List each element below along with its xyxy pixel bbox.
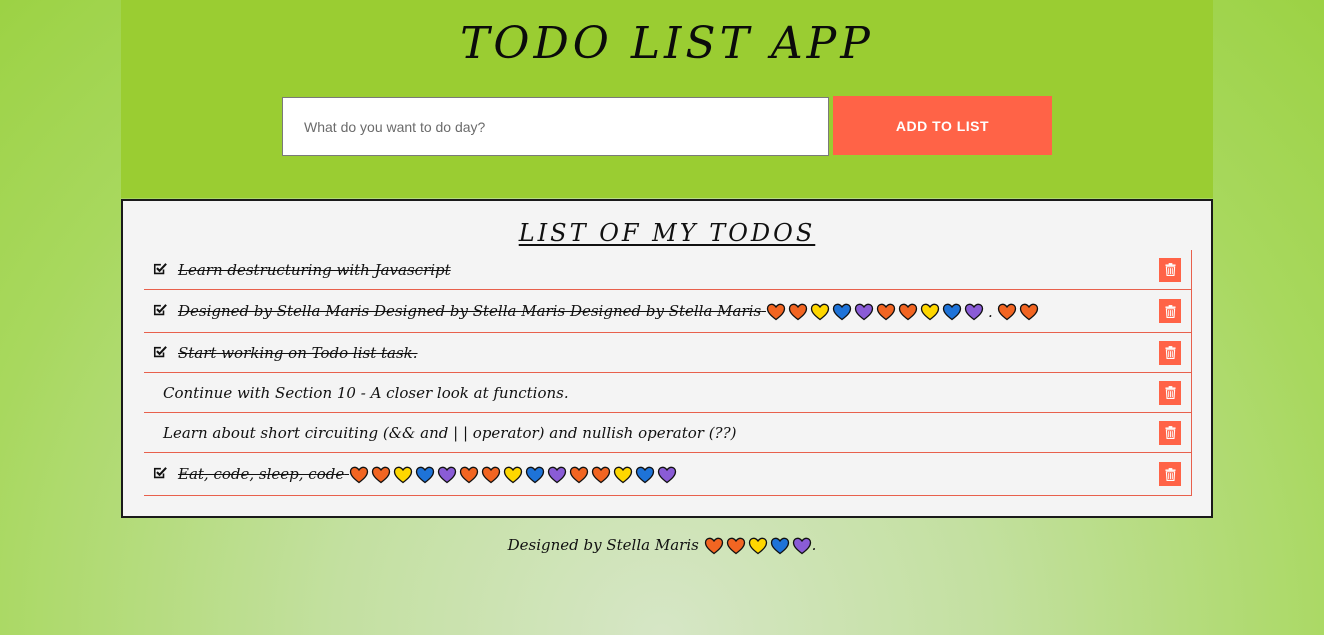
heart-icon xyxy=(657,466,677,483)
trash-icon xyxy=(1164,386,1176,399)
todo-hearts: . xyxy=(766,303,1039,321)
todo-text: Designed by Stella Maris Designed by Ste… xyxy=(178,302,1039,321)
delete-button[interactable] xyxy=(1159,257,1181,282)
heart-icon xyxy=(635,466,655,483)
todo-item[interactable]: Learn destructuring with Javascript xyxy=(144,250,1191,290)
heart-icon xyxy=(613,466,633,483)
todo-item[interactable]: Continue with Section 10 - A closer look… xyxy=(144,373,1191,413)
todo-separator: . xyxy=(987,302,993,321)
app-header: TODO LIST APP ADD TO LIST xyxy=(121,0,1213,198)
todo-text: Start working on Todo list task. xyxy=(178,344,418,362)
heart-icon xyxy=(503,466,523,483)
todo-label: Designed by Stella Maris Designed by Ste… xyxy=(178,301,762,320)
heart-icon xyxy=(1019,303,1038,320)
todo-text: Continue with Section 10 - A closer look… xyxy=(163,384,569,402)
check-square-icon[interactable] xyxy=(153,466,167,480)
todo-hearts xyxy=(349,466,677,484)
todo-label: Learn destructuring with Javascript xyxy=(178,260,451,279)
heart-icon xyxy=(770,537,789,555)
trash-icon xyxy=(1164,263,1176,276)
todo-item[interactable]: Start working on Todo list task. xyxy=(144,333,1191,373)
heart-icon xyxy=(898,303,918,320)
heart-icon xyxy=(964,303,984,320)
check-square-icon[interactable] xyxy=(153,344,167,358)
delete-button[interactable] xyxy=(1159,462,1181,486)
heart-icon xyxy=(459,466,479,483)
todo-item[interactable]: Learn about short circuiting (&& and | |… xyxy=(144,413,1191,453)
heart-icon xyxy=(920,303,940,320)
todo-label: Start working on Todo list task. xyxy=(178,343,418,362)
heart-icon xyxy=(393,466,413,483)
todo-item[interactable]: Designed by Stella Maris Designed by Ste… xyxy=(144,290,1191,333)
heart-icon xyxy=(437,466,457,483)
todo-list: Learn destructuring with Javascript Desig… xyxy=(144,250,1192,496)
heart-icon xyxy=(704,537,723,555)
heart-icon xyxy=(832,303,852,320)
add-to-list-button[interactable]: ADD TO LIST xyxy=(833,96,1052,155)
heart-icon xyxy=(997,303,1016,320)
todo-item[interactable]: Eat, code, sleep, code xyxy=(144,453,1191,496)
heart-icon xyxy=(766,303,786,320)
todo-text: Learn destructuring with Javascript xyxy=(178,261,451,279)
footer-suffix: . xyxy=(811,536,817,554)
list-title: LIST OF MY TODOS xyxy=(123,219,1211,247)
todo-text: Eat, code, sleep, code xyxy=(178,465,677,484)
heart-icon xyxy=(481,466,501,483)
delete-button[interactable] xyxy=(1159,380,1181,405)
heart-icon xyxy=(876,303,896,320)
delete-button[interactable] xyxy=(1159,299,1181,323)
heart-icon xyxy=(726,537,745,555)
todo-input[interactable] xyxy=(282,97,829,156)
delete-button[interactable] xyxy=(1159,340,1181,365)
todo-label: Eat, code, sleep, code xyxy=(178,464,345,483)
heart-icon xyxy=(525,466,545,483)
heart-icon xyxy=(854,303,874,320)
todo-list-panel: LIST OF MY TODOS Learn destructuring wit… xyxy=(121,199,1213,518)
footer: Designed by Stella Maris . xyxy=(0,536,1324,555)
trash-icon xyxy=(1164,467,1176,481)
heart-icon xyxy=(415,466,435,483)
app-title: TODO LIST APP xyxy=(460,18,874,69)
delete-button[interactable] xyxy=(1159,420,1181,445)
heart-icon xyxy=(371,466,391,483)
heart-icon xyxy=(810,303,830,320)
heart-icon xyxy=(349,466,369,483)
trash-icon xyxy=(1164,304,1176,318)
todo-label: Continue with Section 10 - A closer look… xyxy=(163,383,569,402)
heart-icon xyxy=(792,537,811,555)
trash-icon xyxy=(1164,426,1176,439)
footer-text: Designed by Stella Maris xyxy=(507,536,699,554)
heart-icon xyxy=(547,466,567,483)
todo-label: Learn about short circuiting (&& and | |… xyxy=(163,423,737,442)
check-square-icon[interactable] xyxy=(153,261,167,275)
todo-text: Learn about short circuiting (&& and | |… xyxy=(163,424,737,442)
trash-icon xyxy=(1164,346,1176,359)
heart-icon xyxy=(942,303,962,320)
heart-icon xyxy=(788,303,808,320)
check-square-icon[interactable] xyxy=(153,303,167,317)
footer-hearts xyxy=(704,537,812,555)
heart-icon xyxy=(569,466,589,483)
heart-icon xyxy=(591,466,611,483)
heart-icon xyxy=(748,537,767,555)
list-title-text: LIST OF MY TODOS xyxy=(518,219,816,247)
